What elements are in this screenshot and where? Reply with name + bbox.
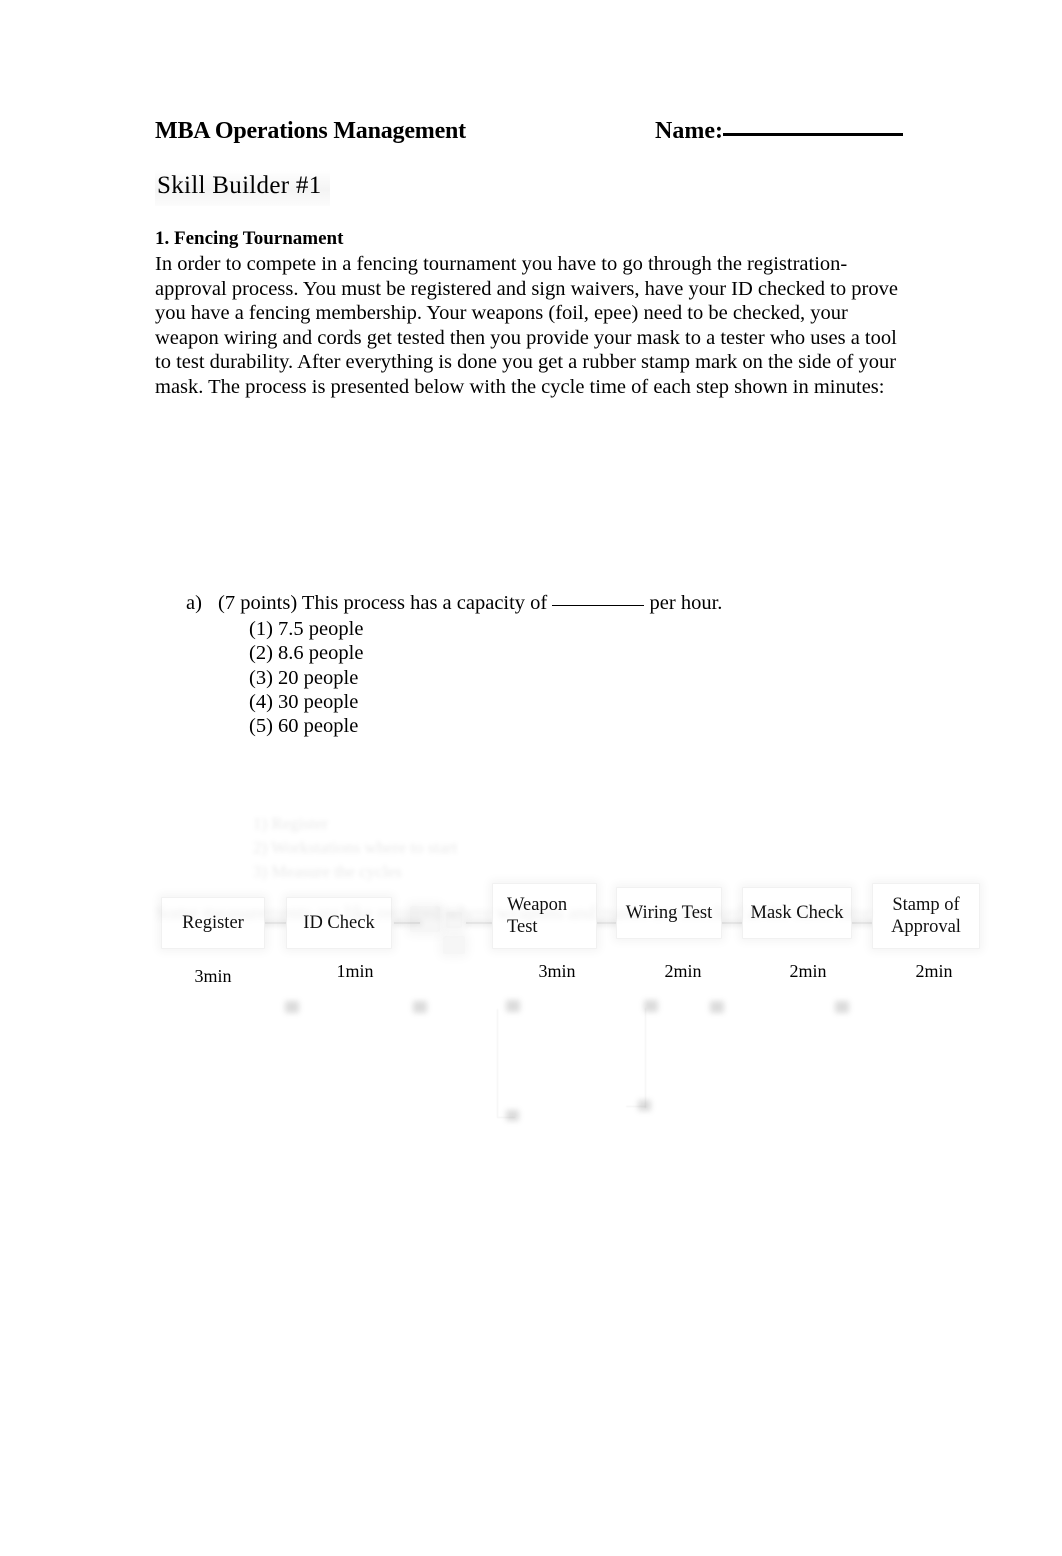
flow-step-time: 2min xyxy=(664,961,702,981)
flow-step-time: 3min xyxy=(194,966,232,986)
flow-step-time: 2min xyxy=(789,961,827,981)
residual-flow-diagram xyxy=(0,0,1062,1121)
question-a-options: (1) 7.5 people (2) 8.6 people (3) 20 peo… xyxy=(249,617,363,738)
option-item[interactable]: (3) 20 people xyxy=(249,666,363,690)
flow-ghost-node-b xyxy=(443,936,465,954)
page-title: Skill Builder #1 xyxy=(155,170,330,206)
flow-step-time: 1min xyxy=(336,961,374,981)
question-a-stem: a) (7 points) This process has a capacity… xyxy=(186,592,722,615)
residual-node xyxy=(835,1001,849,1013)
option-item[interactable]: (4) 30 people xyxy=(249,690,363,714)
option-item[interactable]: (5) 60 people xyxy=(249,714,363,738)
faded-list: 1) Register 2) Workstations where to sta… xyxy=(253,812,457,884)
flow-step-time: 3min xyxy=(538,961,576,981)
document-page: MBA Operations Management Name: Skill Bu… xyxy=(0,0,1062,1556)
option-item[interactable]: (2) 8.6 people xyxy=(249,641,363,665)
question-a-points: (7 points) xyxy=(218,592,298,614)
residual-connector xyxy=(645,1008,646,1108)
problem-heading: 1. Fencing Tournament xyxy=(155,228,344,249)
residual-node xyxy=(710,1001,724,1013)
flow-step-time: 2min xyxy=(915,961,953,981)
process-flow-diagram: Register ID Check Weapon Test Wiring Tes… xyxy=(0,440,1062,986)
problem-body-text: In order to compete in a fencing tournam… xyxy=(155,253,898,398)
question-a-stem-after: per hour. xyxy=(649,592,723,614)
flow-step-stamp-of-approval[interactable]: Stamp of Approval xyxy=(872,883,980,949)
option-item[interactable]: (1) 7.5 people xyxy=(249,617,363,641)
residual-node xyxy=(644,1000,658,1012)
question-a-answer-blank[interactable] xyxy=(552,605,645,606)
residual-node xyxy=(506,1110,519,1121)
question-a-letter: a) xyxy=(186,592,202,614)
residual-connector xyxy=(497,1009,498,1117)
residual-node xyxy=(285,1001,299,1013)
residual-node xyxy=(506,1000,520,1012)
residual-connector xyxy=(626,1106,646,1107)
faded-list-item: 2) Workstations where to start xyxy=(253,838,458,857)
faded-list-item: 1) Register xyxy=(253,814,329,833)
flow-step-label: Stamp of Approval xyxy=(891,895,961,937)
question-a-stem-before: This process has a capacity of xyxy=(301,592,548,614)
faded-paragraph: Some measurements are like required wher… xyxy=(155,903,872,924)
residual-connector xyxy=(497,1117,515,1118)
faded-list-item: 3) Measure the cycles xyxy=(253,862,402,881)
residual-node xyxy=(413,1001,427,1013)
